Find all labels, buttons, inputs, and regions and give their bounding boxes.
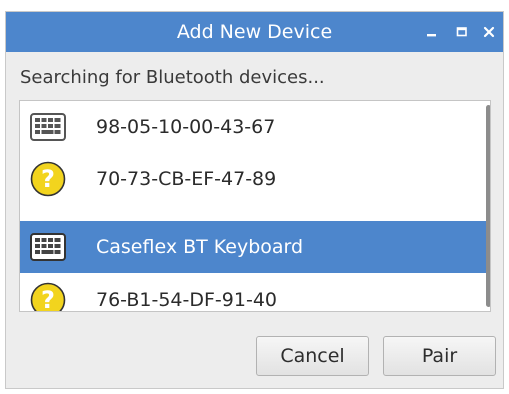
keyboard-icon (30, 228, 66, 266)
title-bar[interactable]: Add New Device (6, 12, 503, 52)
minimize-button[interactable] (419, 18, 445, 46)
unknown-device-icon: ? (30, 281, 66, 312)
device-list-scrollbar[interactable] (486, 105, 490, 307)
device-name: 70-73-CB-EF-47-89 (96, 168, 277, 190)
unknown-device-icon: ? (30, 160, 66, 198)
device-list-item[interactable]: ? 76-B1-54-DF-91-40 (20, 274, 487, 312)
maximize-button[interactable] (449, 18, 475, 46)
device-list-item[interactable]: 98-05-10-00-43-67 (20, 101, 487, 153)
search-status-text: Searching for Bluetooth devices... (20, 67, 325, 88)
scrollbar-thumb[interactable] (486, 105, 490, 307)
maximize-icon (456, 27, 467, 37)
device-name: 76-B1-54-DF-91-40 (96, 289, 277, 311)
device-list[interactable]: 98-05-10-00-43-67 ? 70-73-CB-EF-47-89 Ca… (19, 100, 491, 312)
device-list-item[interactable]: ? 70-73-CB-EF-47-89 (20, 153, 487, 205)
close-button[interactable] (476, 18, 502, 46)
device-name: Caseflex BT Keyboard (96, 236, 304, 258)
minimize-icon (427, 34, 436, 37)
pair-button[interactable]: Pair (383, 336, 496, 376)
svg-text:?: ? (41, 165, 55, 193)
svg-text:?: ? (41, 286, 55, 312)
add-new-device-dialog: Add New Device Searching for Bluetooth d… (5, 11, 504, 389)
device-list-item-selected[interactable]: Caseflex BT Keyboard (20, 221, 487, 273)
close-icon (483, 26, 495, 38)
device-name: 98-05-10-00-43-67 (96, 116, 276, 138)
cancel-button[interactable]: Cancel (256, 336, 369, 376)
keyboard-icon (30, 108, 66, 146)
